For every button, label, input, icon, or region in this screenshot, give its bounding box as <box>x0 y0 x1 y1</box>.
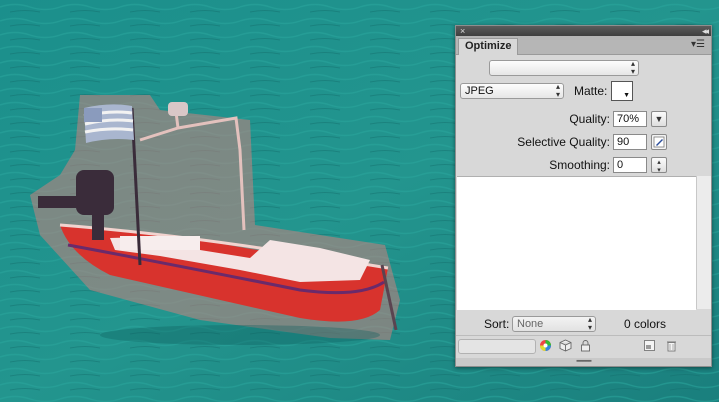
color-table[interactable] <box>457 176 696 310</box>
new-color-icon[interactable] <box>642 339 657 354</box>
optimize-panel: × ◂◂ Optimize ▾☰ ▴ ▾ JPEG ▴ ▾ Matte: ▼ Qua… <box>455 25 712 367</box>
color-wheel-icon[interactable] <box>538 339 553 354</box>
smoothing-label: Smoothing: <box>549 158 610 172</box>
cube-icon[interactable] <box>558 339 573 354</box>
matte-color-swatch[interactable]: ▼ <box>611 81 633 101</box>
colors-count: 0 colors <box>624 317 667 331</box>
trash-icon[interactable] <box>664 339 679 354</box>
resize-grip[interactable]: ▪▪▪▪▪▪▪▪▪▪ <box>456 358 711 366</box>
lock-icon[interactable] <box>578 339 593 354</box>
smoothing-stepper[interactable]: ▴ ▾ <box>651 157 667 174</box>
smoothing-field[interactable]: 0 <box>613 157 647 173</box>
format-select[interactable]: JPEG ▴ ▾ <box>460 83 564 99</box>
sort-select-value: None <box>517 318 544 330</box>
panel-tabbar: Optimize ▾☰ <box>456 36 711 55</box>
selective-quality-label: Selective Quality: <box>517 135 610 149</box>
selective-quality-field[interactable]: 90 <box>613 134 647 150</box>
panel-titlebar: × ◂◂ <box>456 26 711 36</box>
tab-optimize[interactable]: Optimize <box>458 38 519 55</box>
matte-label: Matte: <box>574 84 608 98</box>
pencil-icon[interactable] <box>651 134 667 150</box>
sort-select[interactable]: None ▴ ▾ <box>512 316 596 332</box>
greek-flag <box>83 104 134 143</box>
quality-field[interactable]: 70% <box>613 111 647 127</box>
color-info-field <box>458 339 536 354</box>
color-table-scrollbar[interactable] <box>696 176 711 309</box>
quality-label: Quality: <box>569 112 610 126</box>
chevron-down-icon: ▼ <box>623 92 630 99</box>
chevron-updown-icon: ▴ ▾ <box>657 159 661 174</box>
collapse-icon[interactable]: ◂◂ <box>702 26 709 36</box>
chevron-updown-icon: ▴ ▾ <box>630 59 635 76</box>
sort-row: Sort: None ▴ ▾ 0 colors <box>456 314 711 334</box>
panel-menu-icon[interactable]: ▾☰ <box>691 39 705 50</box>
quality-dropdown-button[interactable]: ▼ <box>651 111 667 127</box>
chevron-down-icon: ▼ <box>654 114 664 124</box>
preset-select[interactable]: ▴ ▾ <box>489 60 639 76</box>
panel-bottom-bar <box>456 335 711 358</box>
chevron-updown-icon: ▴ ▾ <box>555 82 560 99</box>
format-select-value: JPEG <box>465 85 494 97</box>
close-icon[interactable]: × <box>460 26 465 36</box>
sort-label: Sort: <box>484 317 510 331</box>
chevron-updown-icon: ▴ ▾ <box>587 315 592 332</box>
